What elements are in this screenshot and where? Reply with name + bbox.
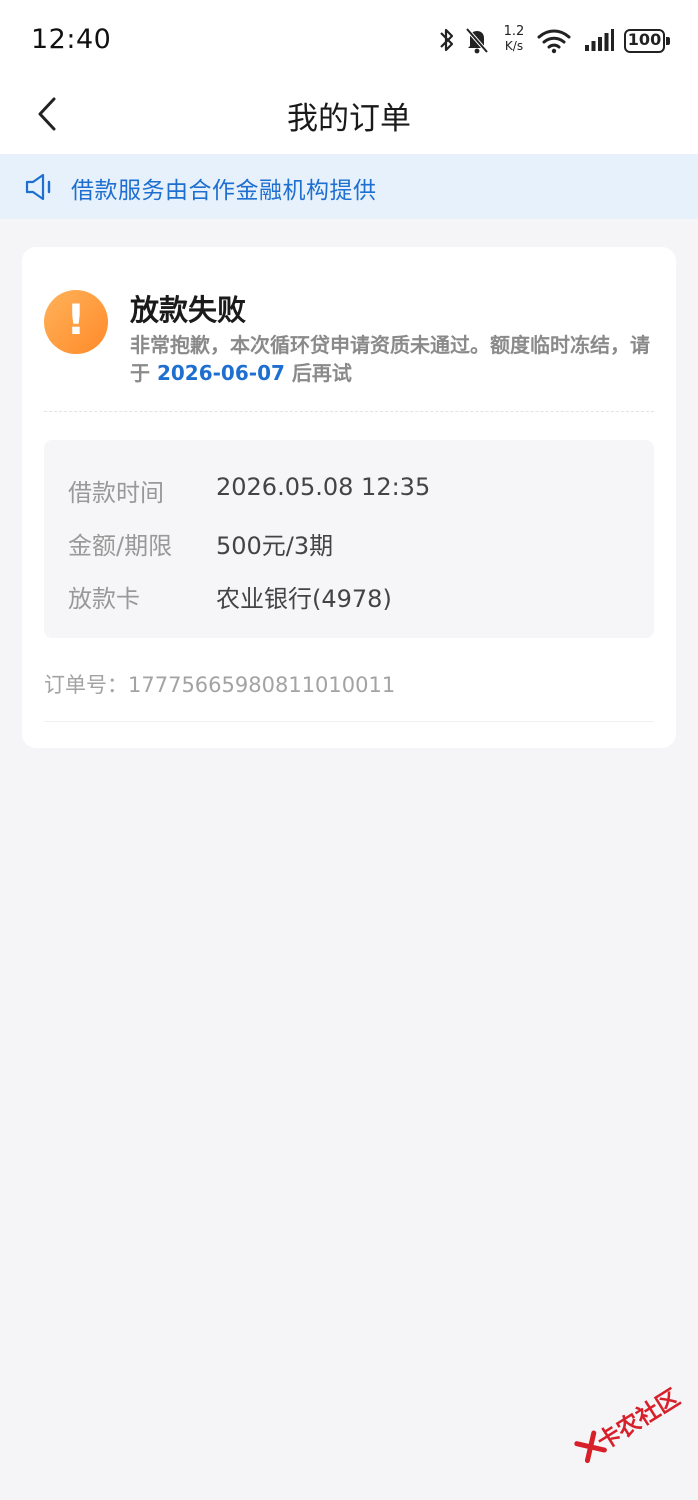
status-icons: 1.2 K/s 100 [438, 24, 670, 57]
dashed-divider [44, 411, 654, 412]
network-speed: 1.2 K/s [498, 24, 530, 54]
order-number: 订单号：1777566598081101001​1 [44, 673, 396, 697]
page-title: 我的订单 [287, 101, 411, 137]
status-title: 放款失败 [130, 293, 247, 327]
speaker-icon [25, 173, 51, 201]
nav-bar: 我的订单 [0, 78, 698, 154]
battery-level: 100 [627, 30, 662, 49]
status-bar: 12:40 1.2 K/s 100 [0, 0, 698, 78]
status-message-suffix: 后再试 [284, 361, 352, 385]
wifi-icon [537, 29, 571, 54]
detail-label: 借款时间 [68, 479, 164, 507]
battery-icon: 100 [624, 29, 670, 53]
retry-date: 2026-06-07 [156, 361, 285, 385]
detail-value: 农业银行(4978) [216, 585, 392, 613]
order-card: ! 放款失败 非常抱歉，本次循环贷申请资质未通过。额度临时冻结，请于 2026-… [22, 247, 676, 748]
notice-text: 借款服务由合作金融机构提供 [71, 178, 377, 204]
detail-value: 2026.05.08 12:35 [216, 473, 431, 501]
status-message: 非常抱歉，本次循环贷申请资质未通过。额度临时冻结，请于 2026-06-07 后… [130, 331, 660, 387]
signal-icon [585, 29, 614, 51]
detail-label: 金额/期限 [68, 532, 173, 560]
network-speed-value: 1.2 [503, 24, 525, 39]
network-speed-unit: K/s [504, 39, 524, 53]
watermark: 卡农社区 [555, 1361, 685, 1480]
watermark-text: 卡农社区 [592, 1384, 685, 1456]
bottom-divider [44, 721, 654, 722]
detail-label: 放款卡 [68, 585, 140, 613]
status-time: 12:40 [31, 24, 112, 55]
detail-value: 500元/3期 [216, 532, 334, 560]
detail-panel: 借款时间 2026.05.08 12:35 金额/期限 500元/3期 放款卡 … [44, 440, 654, 638]
warning-icon: ! [44, 290, 108, 354]
notice-bar: 借款服务由合作金融机构提供 [0, 154, 698, 219]
bluetooth-icon [440, 28, 454, 52]
bell-muted-icon [465, 27, 489, 54]
